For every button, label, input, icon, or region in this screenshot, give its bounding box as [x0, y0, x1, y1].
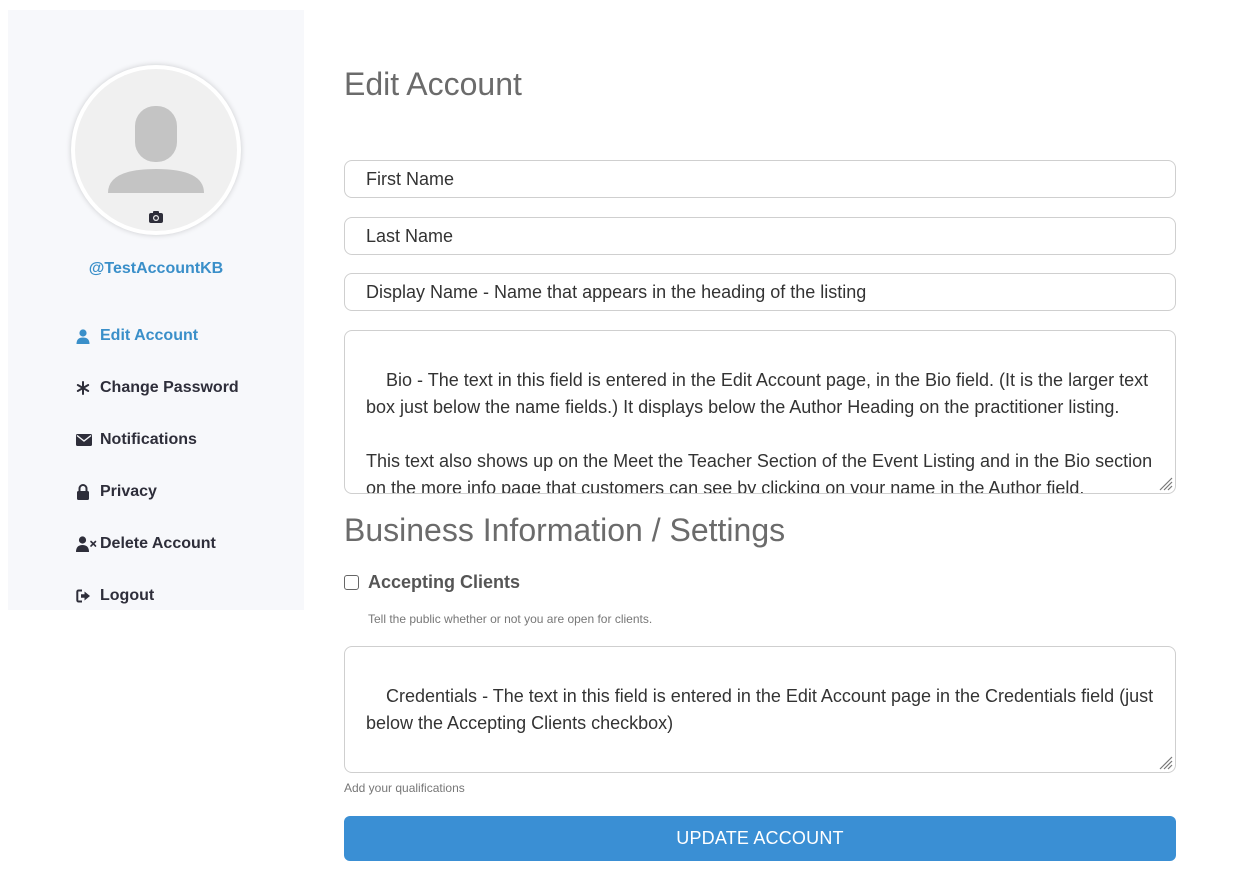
accepting-clients-row: Accepting Clients	[344, 572, 520, 593]
lock-icon	[76, 483, 98, 501]
accepting-clients-label[interactable]: Accepting Clients	[368, 572, 520, 593]
avatar[interactable]	[71, 65, 241, 235]
sign-out-icon	[76, 587, 98, 605]
sidebar: @TestAccountKB Edit Account Change Passw…	[8, 10, 304, 610]
bio-text: Bio - The text in this field is entered …	[366, 370, 1153, 494]
credentials-textarea[interactable]: Credentials - The text in this field is …	[344, 646, 1176, 773]
username: @TestAccountKB	[88, 260, 224, 277]
section-title: Business Information / Settings	[344, 512, 786, 548]
sidebar-item-change-password[interactable]: Change Password	[76, 362, 239, 414]
last-name-field[interactable]: Last Name	[344, 217, 1176, 255]
avatar-placeholder	[75, 69, 237, 231]
user-icon	[76, 327, 98, 345]
credentials-text: Credentials - The text in this field is …	[366, 686, 1159, 733]
sidebar-item-delete-account[interactable]: Delete Account	[76, 518, 239, 570]
accepting-clients-checkbox[interactable]	[344, 575, 359, 590]
camera-icon[interactable]	[148, 210, 164, 224]
first-name-field[interactable]: First Name	[344, 160, 1176, 198]
bio-textarea[interactable]: Bio - The text in this field is entered …	[344, 330, 1176, 494]
user-silhouette-icon	[108, 106, 204, 193]
display-name-field[interactable]: Display Name - Name that appears in the …	[344, 273, 1176, 311]
sidebar-item-edit-account[interactable]: Edit Account	[76, 310, 239, 362]
resize-grip-icon[interactable]	[1157, 475, 1173, 491]
page-title: Edit Account	[344, 66, 522, 102]
accepting-clients-help: Tell the public whether or not you are o…	[368, 612, 653, 626]
update-account-button[interactable]: UPDATE ACCOUNT	[344, 816, 1176, 861]
sidebar-item-privacy[interactable]: Privacy	[76, 466, 239, 518]
envelope-icon	[76, 431, 98, 449]
credentials-help: Add your qualifications	[344, 781, 465, 795]
sidebar-item-label: Delete Account	[100, 535, 216, 552]
sidebar-item-label: Change Password	[100, 379, 239, 396]
sidebar-item-notifications[interactable]: Notifications	[76, 414, 239, 466]
sidebar-nav: Edit Account Change Password Notificatio…	[76, 310, 239, 622]
sidebar-item-label: Privacy	[100, 483, 157, 500]
asterisk-icon	[76, 379, 98, 397]
resize-grip-icon[interactable]	[1157, 754, 1173, 770]
user-times-icon	[76, 535, 98, 553]
sidebar-item-label: Logout	[100, 587, 155, 604]
sidebar-item-label: Notifications	[100, 431, 197, 448]
sidebar-item-label: Edit Account	[100, 327, 199, 344]
sidebar-item-logout[interactable]: Logout	[76, 570, 239, 622]
